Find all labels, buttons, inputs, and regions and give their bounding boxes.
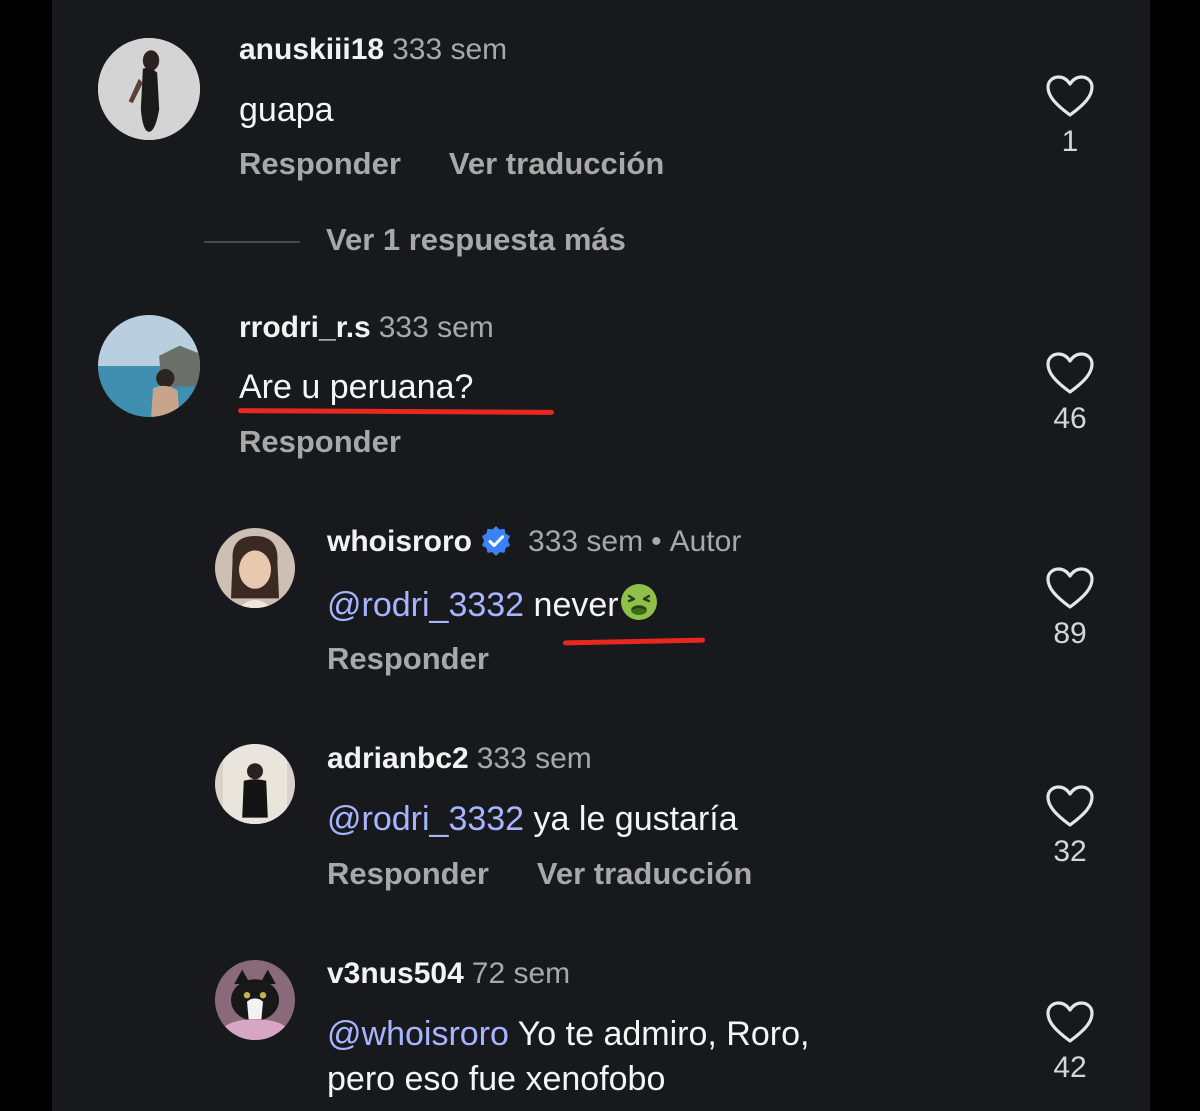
username[interactable]: whoisroro xyxy=(327,525,472,558)
avatar[interactable] xyxy=(215,960,295,1040)
comment-meta: adrianbc2 333 sem xyxy=(327,741,592,777)
avatar[interactable] xyxy=(215,744,295,824)
comment-text-line-2: pero eso fue xenofobo xyxy=(327,1060,666,1098)
heart-icon xyxy=(1046,567,1094,609)
like-count: 42 xyxy=(1053,1051,1087,1084)
view-more-replies-label: Ver 1 respuesta más xyxy=(326,222,626,257)
timestamp: 333 sem xyxy=(392,33,508,66)
comment-actions: Responder xyxy=(327,641,489,677)
heart-icon xyxy=(1046,75,1094,117)
reply-button[interactable]: Responder xyxy=(327,856,489,891)
comment-meta: rrodri_r.s 333 sem xyxy=(239,310,494,346)
avatar[interactable] xyxy=(98,38,200,140)
comment-meta: anuskiii18 333 sem xyxy=(239,32,507,68)
comment-meta: whoisroro 333 sem • Autor xyxy=(327,524,741,560)
reply-button[interactable]: Responder xyxy=(239,146,401,181)
mention-link[interactable]: @whoisroro xyxy=(327,1015,509,1053)
divider xyxy=(204,240,300,243)
highlight-underline xyxy=(237,408,555,415)
heart-icon xyxy=(1046,352,1094,394)
translate-button[interactable]: Ver traducción xyxy=(537,856,752,891)
comment-body: never xyxy=(533,586,619,624)
avatar[interactable] xyxy=(98,315,200,417)
username[interactable]: anuskiii18 xyxy=(239,33,384,66)
reply-button[interactable]: Responder xyxy=(239,424,401,459)
like-button[interactable]: 32 xyxy=(1040,784,1100,870)
view-more-replies-button[interactable]: Ver 1 respuesta más xyxy=(204,222,626,258)
translate-button[interactable]: Ver traducción xyxy=(449,146,664,181)
username[interactable]: v3nus504 xyxy=(327,957,464,990)
heart-icon xyxy=(1046,785,1094,827)
comments-panel: anuskiii18 333 sem guapa Responder Ver tra… xyxy=(52,0,1150,1111)
like-button[interactable]: 46 xyxy=(1040,351,1100,437)
comment-body-line-1: Yo te admiro, Roro, xyxy=(517,1015,810,1053)
like-count: 46 xyxy=(1053,402,1087,435)
timestamp: 333 sem xyxy=(476,742,592,775)
like-count: 32 xyxy=(1053,835,1087,868)
like-button[interactable]: 89 xyxy=(1040,566,1100,652)
avatar[interactable] xyxy=(215,528,295,608)
highlight-underline xyxy=(562,637,706,646)
verified-badge-icon xyxy=(482,526,511,556)
mention-link[interactable]: @rodri_3332 xyxy=(327,800,524,838)
mention-link[interactable]: @rodri_3332 xyxy=(327,586,524,624)
username[interactable]: adrianbc2 xyxy=(327,742,469,775)
author-badge: Autor xyxy=(669,525,742,558)
heart-icon xyxy=(1046,1001,1094,1043)
nauseated-face-icon xyxy=(620,584,657,620)
comment-text: @rodri_3332 ya le gustaría xyxy=(327,797,738,841)
timestamp: 333 sem xyxy=(378,311,494,344)
comment-text: Are u peruana? xyxy=(239,368,474,406)
reply-button[interactable]: Responder xyxy=(327,641,489,676)
comment-actions: Responder xyxy=(239,424,401,460)
comment-text: @whoisroro Yo te admiro, Roro, xyxy=(327,1012,809,1056)
comment-actions: Responder Ver traducción xyxy=(239,146,664,182)
comment-actions: Responder Ver traducción xyxy=(327,856,752,892)
timestamp: 72 sem xyxy=(471,957,571,990)
like-count: 89 xyxy=(1053,617,1087,650)
separator: • xyxy=(651,525,662,558)
comment-text: guapa xyxy=(239,91,334,129)
like-button[interactable]: 42 xyxy=(1040,1000,1100,1086)
username[interactable]: rrodri_r.s xyxy=(239,311,371,344)
like-button[interactable]: 1 xyxy=(1040,74,1100,160)
comment-meta: v3nus504 72 sem xyxy=(327,956,570,992)
comment-text: @rodri_3332 never xyxy=(327,582,659,627)
comment-body: ya le gustaría xyxy=(533,800,738,838)
like-count: 1 xyxy=(1061,125,1079,158)
timestamp: 333 sem xyxy=(528,525,644,558)
